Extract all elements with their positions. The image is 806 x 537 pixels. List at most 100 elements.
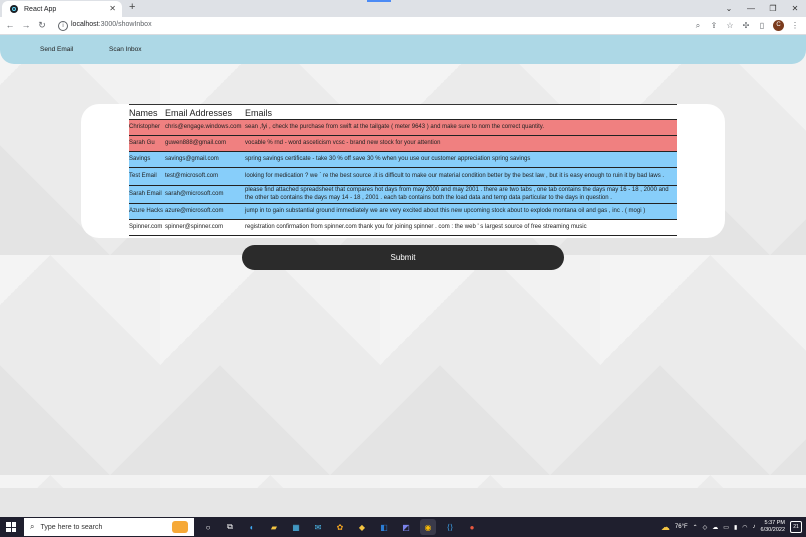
- table-row[interactable]: Savings savings@gmail.com spring savings…: [129, 151, 677, 168]
- share-icon[interactable]: ⇪: [709, 21, 719, 30]
- vscode-icon[interactable]: ⟨⟩: [442, 519, 458, 535]
- windows-start-icon[interactable]: [6, 522, 16, 532]
- onedrive-icon[interactable]: ☁: [712, 524, 718, 531]
- site-info-icon[interactable]: i: [58, 21, 68, 31]
- cortana-icon[interactable]: ○: [200, 519, 216, 535]
- header-emails: Emails: [245, 104, 677, 120]
- mail-icon[interactable]: ✉: [310, 519, 326, 535]
- cell-name: Sarah Gu: [129, 135, 165, 152]
- window-controls: ⌄ — ❐ ✕: [718, 0, 806, 17]
- cell-name: Sarah Email: [129, 185, 165, 204]
- table-row[interactable]: Spinner.com spinner@spinner.com registra…: [129, 219, 677, 236]
- page-content: Send Email Scan Inbox Names Email Addres…: [0, 35, 806, 488]
- browser-toolbar: ← → ↻ i localhost:3000/showInbox ⌕ ⇪ ☆ ✣…: [0, 17, 806, 35]
- weather-temp[interactable]: 76°F: [675, 524, 688, 530]
- taskbar-clock[interactable]: 5:37 PM 6/30/2022: [761, 520, 785, 534]
- settings-gear-icon[interactable]: ✿: [332, 519, 348, 535]
- notification-icon[interactable]: 21: [790, 521, 802, 533]
- weather-icon[interactable]: ☁: [661, 522, 670, 533]
- menu-kebab-icon[interactable]: ⋮: [790, 21, 800, 30]
- tray-chevron-icon[interactable]: ⌃: [693, 524, 698, 531]
- close-tab-icon[interactable]: ✕: [109, 4, 116, 13]
- bookmark-star-icon[interactable]: ☆: [725, 21, 735, 30]
- app-diamond-icon[interactable]: ◆: [354, 519, 370, 535]
- inbox-card: Names Email Addresses Emails Christopher…: [81, 104, 725, 238]
- edge-icon[interactable]: ◐: [244, 519, 260, 535]
- browser-tab[interactable]: React App ✕: [2, 1, 122, 17]
- extensions-icon[interactable]: ✣: [741, 21, 751, 30]
- side-panel-icon[interactable]: ▯: [757, 21, 767, 30]
- browser-tab-bar: React App ✕ + ⌄ — ❐ ✕: [0, 0, 806, 17]
- cell-name: Spinner.com: [129, 219, 165, 236]
- search-highlight-icon: [172, 521, 188, 533]
- display-icon[interactable]: ▭: [723, 524, 729, 531]
- volume-icon[interactable]: ♪: [753, 524, 756, 530]
- cell-address: test@microsoft.com: [165, 167, 245, 186]
- submit-button[interactable]: Submit: [242, 245, 564, 270]
- cell-email: vocable % rnd - word asceticism vcsc - b…: [245, 135, 677, 152]
- minimize-icon[interactable]: —: [740, 4, 762, 13]
- address-bar[interactable]: localhost:3000/showInbox: [71, 21, 152, 28]
- teams-icon[interactable]: ◩: [398, 519, 414, 535]
- table-row[interactable]: Christopher chris@engage.windows.com sea…: [129, 119, 677, 136]
- table-row[interactable]: Sarah Email sarah@microsoft.com please f…: [129, 185, 677, 204]
- powerpoint-icon[interactable]: ●: [464, 519, 480, 535]
- taskbar-search-box[interactable]: ⌕ Type here to search: [24, 518, 194, 536]
- clock-time: 5:37 PM: [764, 520, 785, 526]
- taskbar-search-placeholder: Type here to search: [40, 523, 103, 531]
- tab-search-icon[interactable]: ⌄: [718, 4, 740, 13]
- cell-address: spinner@spinner.com: [165, 219, 245, 236]
- reload-icon[interactable]: ↻: [36, 20, 48, 31]
- cell-name: Christopher: [129, 119, 165, 136]
- tab-title: React App: [24, 5, 57, 13]
- scan-inbox-link[interactable]: Scan Inbox: [109, 46, 142, 53]
- table-row[interactable]: Sarah Gu guwen888@gmail.com vocable % rn…: [129, 135, 677, 152]
- search-icon: ⌕: [30, 522, 35, 531]
- task-view-icon[interactable]: ⧉: [222, 519, 238, 535]
- forward-icon[interactable]: →: [20, 20, 32, 30]
- table-row[interactable]: Test Email test@microsoft.com looking fo…: [129, 167, 677, 186]
- outlook-icon[interactable]: ◧: [376, 519, 392, 535]
- profile-avatar[interactable]: C: [773, 20, 784, 31]
- inbox-table: Names Email Addresses Emails Christopher…: [129, 104, 677, 236]
- cell-email: sean ,fyi , check the purchase from swif…: [245, 119, 677, 136]
- react-favicon-icon: [10, 5, 18, 13]
- send-email-link[interactable]: Send Email: [40, 46, 73, 53]
- chrome-icon[interactable]: ◉: [420, 519, 436, 535]
- cell-address: guwen888@gmail.com: [165, 135, 245, 152]
- cell-email: registration confirmation from spinner.c…: [245, 219, 677, 236]
- zoom-icon[interactable]: ⌕: [693, 21, 703, 31]
- windows-taskbar: ⌕ Type here to search ○ ⧉ ◐ ▰ ▦ ✉ ✿ ◆ ◧ …: [0, 517, 806, 537]
- system-tray: ☁ 76°F ⌃ ◇ ☁ ▭ ▮ ◠ ♪ 5:37 PM 6/30/2022 2…: [661, 517, 802, 537]
- toolbar-right-icons: ⌕ ⇪ ☆ ✣ ▯ C ⋮: [693, 20, 800, 31]
- cell-name: Azure Hacks: [129, 203, 165, 220]
- cell-email: spring savings certificate - take 30 % o…: [245, 151, 677, 168]
- cell-email: jump in to gain substantial ground immed…: [245, 203, 677, 220]
- file-explorer-icon[interactable]: ▰: [266, 519, 282, 535]
- url-host: localhost: [71, 21, 99, 28]
- header-names: Names: [129, 104, 165, 120]
- wifi-icon[interactable]: ◠: [742, 524, 747, 531]
- cell-name: Test Email: [129, 167, 165, 186]
- restore-icon[interactable]: ❐: [762, 4, 784, 13]
- header-email-addresses: Email Addresses: [165, 104, 245, 120]
- table-row[interactable]: Azure Hacks azure@microsoft.com jump in …: [129, 203, 677, 220]
- tab-accent-line: [367, 0, 391, 2]
- url-path: :3000/showInbox: [98, 21, 152, 28]
- network-icon[interactable]: ◇: [703, 524, 708, 531]
- cell-address: azure@microsoft.com: [165, 203, 245, 220]
- table-header-row: Names Email Addresses Emails: [129, 104, 677, 120]
- store-icon[interactable]: ▦: [288, 519, 304, 535]
- taskbar-apps: ○ ⧉ ◐ ▰ ▦ ✉ ✿ ◆ ◧ ◩ ◉ ⟨⟩ ●: [200, 519, 480, 535]
- back-icon[interactable]: ←: [4, 20, 16, 30]
- cell-address: sarah@microsoft.com: [165, 185, 245, 204]
- clock-date: 6/30/2022: [760, 527, 785, 533]
- close-window-icon[interactable]: ✕: [784, 4, 806, 13]
- cell-name: Savings: [129, 151, 165, 168]
- battery-icon[interactable]: ▮: [734, 524, 737, 531]
- cell-email: please find attached spreadsheet that co…: [245, 185, 677, 204]
- new-tab-icon[interactable]: +: [129, 1, 135, 13]
- cell-email: looking for medication ? we ` re the bes…: [245, 167, 677, 186]
- cell-address: chris@engage.windows.com: [165, 119, 245, 136]
- page-bottom-area: [0, 488, 806, 517]
